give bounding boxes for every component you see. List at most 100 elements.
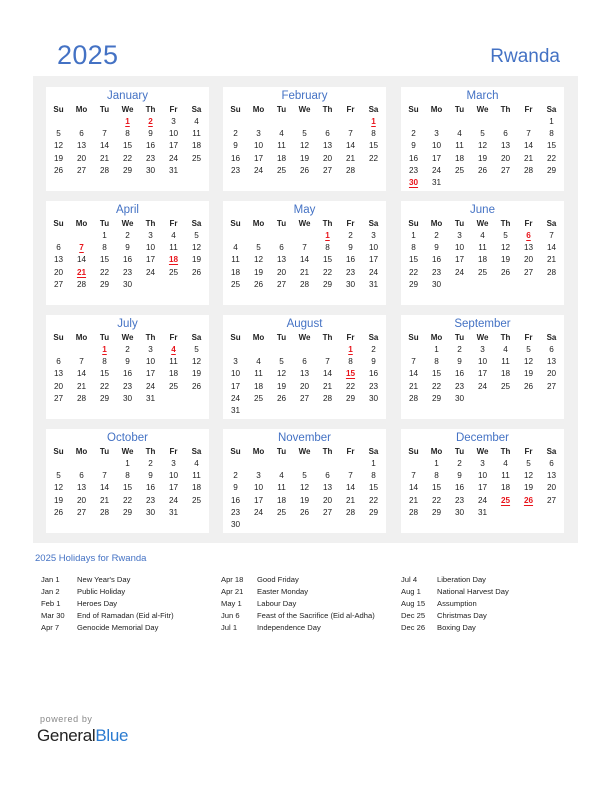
day-cell: 8 <box>434 471 439 481</box>
holiday-name: Easter Monday <box>257 587 309 596</box>
day-cell: 6 <box>549 345 554 354</box>
generalblue-logo[interactable]: GeneralBlue <box>37 726 129 746</box>
day-cell: 19 <box>477 153 488 163</box>
empty-day-cell <box>247 230 270 242</box>
day-cell: 11 <box>169 357 178 367</box>
day-cell: 12 <box>253 255 264 265</box>
weekday-header: Th <box>322 333 333 342</box>
day-cell: 27 <box>322 165 333 175</box>
day-cell: 16 <box>145 483 156 493</box>
day-cell: 14 <box>345 483 356 493</box>
weekday-header: Fr <box>346 105 355 114</box>
day-cell: 17 <box>477 483 488 493</box>
weekday-header: Tu <box>454 447 465 456</box>
month-grid: Su Mo Tu We Th Fr Sa 1 2 3 4 5 6 7 8 9 10 11 12 13 14 15 16 17 1… <box>401 331 564 405</box>
day-cell: 20 <box>53 381 64 391</box>
day-cell: 6 <box>325 471 330 481</box>
day-cell: 27 <box>523 267 534 277</box>
day-cell: 31 <box>230 405 241 415</box>
day-cell: 23 <box>122 381 133 391</box>
day-cell: 29 <box>99 393 110 403</box>
day-cell: 26 <box>191 381 202 391</box>
day-cell: 12 <box>523 471 534 481</box>
weekday-header: Tu <box>99 333 110 342</box>
day-cell: 13 <box>53 255 64 265</box>
holiday-list-item: Apr 18 Good Friday <box>221 574 375 586</box>
day-cell: 8 <box>125 471 130 481</box>
day-cell: 27 <box>53 279 64 289</box>
weekday-header: Fr <box>169 105 178 114</box>
day-cell: 11 <box>501 357 510 367</box>
day-cell: 28 <box>408 393 419 403</box>
holiday-name: Public Holiday <box>77 587 126 596</box>
weekday-header: Mo <box>430 219 443 228</box>
empty-day-cell <box>247 116 270 128</box>
day-cell: 30 <box>431 279 442 289</box>
day-cell: 14 <box>99 141 110 151</box>
day-cell: 2 <box>457 459 462 468</box>
weekday-header: Th <box>500 105 511 114</box>
day-cell: 16 <box>408 153 419 163</box>
day-cell: 28 <box>523 165 534 175</box>
day-cell: 24 <box>477 495 488 505</box>
day-cell: 22 <box>368 153 379 163</box>
weekday-header: We <box>121 219 134 228</box>
weekday-header: Su <box>230 447 241 456</box>
weekday-header: Su <box>230 333 241 342</box>
month-name: February <box>281 90 328 102</box>
holiday-date: Jan 2 <box>41 587 60 596</box>
holiday-date: Dec 25 <box>401 611 426 620</box>
holiday-name: Christmas Day <box>437 611 487 620</box>
holiday-day-cell: 1 <box>371 117 376 126</box>
empty-day-cell <box>93 458 116 470</box>
weekday-header: Fr <box>169 333 178 342</box>
day-cell: 15 <box>322 255 333 265</box>
empty-day-cell <box>70 230 93 242</box>
month-name: July <box>117 318 138 330</box>
day-cell: 22 <box>431 381 442 391</box>
day-cell: 11 <box>192 129 201 139</box>
weekday-header: Sa <box>546 219 557 228</box>
empty-day-cell <box>93 116 116 128</box>
month-name: April <box>115 204 139 216</box>
month-name: June <box>470 204 495 216</box>
day-cell: 12 <box>53 141 64 151</box>
weekday-header: Tu <box>276 105 287 114</box>
day-cell: 31 <box>368 279 379 289</box>
day-cell: 21 <box>322 381 333 391</box>
day-cell: 2 <box>148 459 153 468</box>
day-cell: 7 <box>411 357 416 367</box>
holiday-name: Liberation Day <box>437 575 486 584</box>
day-cell: 9 <box>125 357 130 367</box>
weekday-header: Su <box>230 219 241 228</box>
holiday-list-item: Aug 1 National Harvest Day <box>401 586 509 598</box>
day-cell: 4 <box>480 231 485 240</box>
day-cell: 25 <box>168 381 179 391</box>
day-cell: 22 <box>122 495 133 505</box>
day-cell: 22 <box>99 267 110 277</box>
day-cell: 17 <box>230 381 241 391</box>
day-cell: 4 <box>194 117 199 126</box>
day-cell: 2 <box>233 129 238 139</box>
holiday-name: New Year's Day <box>77 575 131 584</box>
day-cell: 2 <box>371 345 376 354</box>
weekday-header: We <box>476 447 489 456</box>
day-cell: 10 <box>168 471 179 481</box>
empty-day-cell <box>224 344 247 356</box>
weekday-header: Mo <box>430 447 443 456</box>
day-cell: 3 <box>256 471 261 481</box>
day-cell: 8 <box>125 129 130 139</box>
weekday-header: Sa <box>546 333 557 342</box>
day-cell: 4 <box>503 345 508 354</box>
day-cell: 18 <box>276 495 287 505</box>
holiday-date: Jul 4 <box>401 575 418 584</box>
day-cell: 3 <box>171 117 176 126</box>
weekday-header: Fr <box>524 333 533 342</box>
month-grid: Su Mo Tu We Th Fr Sa 1 2 3 4 5 6 7 8 9 10 11 12 13 14 15 16 17 1… <box>223 103 386 177</box>
day-cell: 3 <box>148 231 153 240</box>
day-cell: 8 <box>411 243 416 253</box>
day-cell: 18 <box>230 267 241 277</box>
holiday-day-cell: 18 <box>168 255 179 265</box>
day-cell: 1 <box>434 459 439 468</box>
day-cell: 25 <box>191 495 202 505</box>
